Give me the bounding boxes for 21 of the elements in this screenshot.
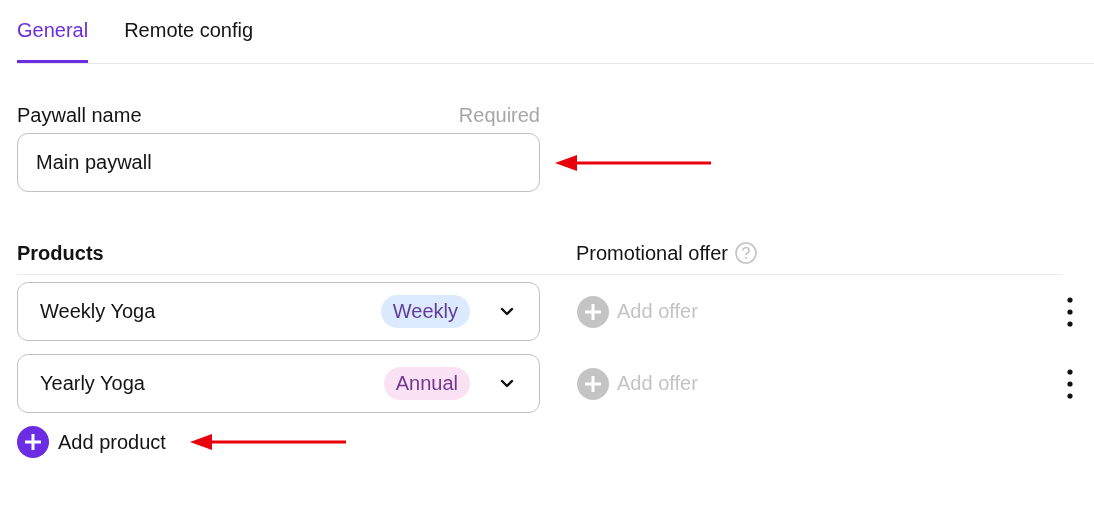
- more-icon[interactable]: [1067, 368, 1073, 399]
- plus-icon: [577, 367, 609, 400]
- product-select[interactable]: Yearly Yoga Annual: [17, 354, 540, 413]
- chevron-down-icon: [500, 379, 514, 388]
- period-tag: Annual: [383, 367, 470, 400]
- field-label: Paywall name: [17, 104, 142, 127]
- plus-icon: [577, 295, 609, 328]
- product-name: Weekly Yoga: [40, 300, 157, 323]
- chevron-down-icon: [500, 307, 514, 316]
- product-name: Yearly Yoga: [40, 372, 146, 395]
- section-heading: Products: [17, 241, 105, 265]
- add-product-button[interactable]: Add product: [17, 426, 166, 458]
- plus-icon: [17, 426, 49, 458]
- more-icon[interactable]: [1067, 296, 1073, 327]
- product-select[interactable]: Weekly Yoga Weekly: [17, 282, 540, 341]
- tab[interactable]: General: [17, 16, 89, 63]
- column-heading: Promotional offer: [576, 241, 728, 265]
- tab[interactable]: Remote config: [124, 16, 254, 63]
- input-field[interactable]: Main paywall: [17, 133, 540, 192]
- period-tag: Weekly: [380, 295, 470, 328]
- required-hint: Required: [458, 104, 540, 127]
